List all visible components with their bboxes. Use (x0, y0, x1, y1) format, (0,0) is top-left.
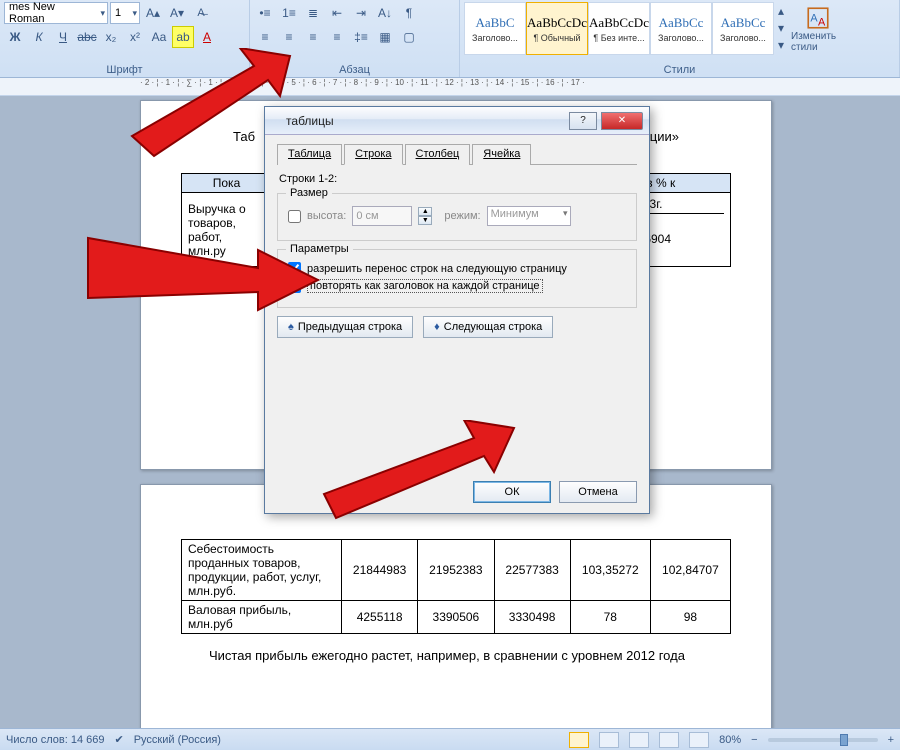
table-cell: Валовая прибыль, млн.руб (182, 601, 342, 634)
table-cell: 21952383 (418, 540, 494, 601)
styles-up-button[interactable]: ▴ (774, 2, 788, 19)
change-styles-icon: AA (805, 5, 831, 31)
bold-button[interactable]: Ж (4, 26, 26, 48)
view-outline-button[interactable] (659, 732, 679, 748)
dialog-titlebar[interactable]: Свтаблицы ? ✕ (265, 107, 649, 135)
table-cell: 3390506 (418, 601, 494, 634)
height-spinner[interactable]: ▲▼ (418, 207, 432, 225)
doc-table[interactable]: Себестоимость проданных товаров, продукц… (181, 539, 731, 634)
underline-button[interactable]: Ч (52, 26, 74, 48)
cancel-button[interactable]: Отмена (559, 481, 637, 503)
style-item[interactable]: AaBbCcDc¶ Обычный (526, 2, 588, 55)
doc-paragraph: Чистая прибыль ежегодно растет, например… (181, 648, 731, 663)
repeat-header-label: повторять как заголовок на каждой страни… (307, 279, 543, 293)
allow-break-label: разрешить перенос строк на следующую стр… (307, 263, 567, 275)
zoom-in-button[interactable]: + (888, 734, 894, 746)
strike-button[interactable]: abc (76, 26, 98, 48)
table-cell: 4255118 (342, 601, 418, 634)
svg-text:A: A (818, 16, 826, 28)
font-color-button[interactable]: A (196, 26, 218, 48)
numbering-button[interactable]: 1≡ (278, 2, 300, 24)
show-marks-button[interactable]: ¶ (398, 2, 420, 24)
styles-gallery[interactable]: AaBbCЗаголово... AaBbCcDc¶ Обычный AaBbC… (464, 2, 788, 55)
view-print-button[interactable] (569, 732, 589, 748)
justify-button[interactable]: ≡ (326, 26, 348, 48)
annotation-arrow (120, 48, 300, 158)
tab-column[interactable]: Столбец (405, 144, 471, 165)
sort-button[interactable]: A↓ (374, 2, 396, 24)
styles-down-button[interactable]: ▾ (774, 19, 788, 36)
view-fullread-button[interactable] (599, 732, 619, 748)
view-web-button[interactable] (629, 732, 649, 748)
next-row-button[interactable]: ♦Следующая строка (423, 316, 553, 338)
table-cell: 3330498 (494, 601, 570, 634)
word-count[interactable]: Число слов: 14 669 (6, 734, 104, 746)
height-input[interactable] (352, 206, 412, 226)
table-row: Валовая прибыль, млн.руб 4255118 3390506… (182, 601, 731, 634)
styles-more-button[interactable]: ▾ (774, 36, 788, 53)
shading-button[interactable]: ▦ (374, 26, 396, 48)
table-cell: 98 (650, 601, 730, 634)
superscript-button[interactable]: x² (124, 26, 146, 48)
align-right-button[interactable]: ≡ (302, 26, 324, 48)
zoom-out-button[interactable]: − (751, 734, 757, 746)
style-item[interactable]: AaBbCЗаголово... (464, 2, 526, 55)
tab-cell[interactable]: Ячейка (472, 144, 531, 165)
case-button[interactable]: Aa (148, 26, 170, 48)
indent-button[interactable]: ⇥ (350, 2, 372, 24)
dialog-tabs: Таблица Строка Столбец Ячейка (277, 143, 637, 165)
style-item[interactable]: AaBbCcЗаголово... (650, 2, 712, 55)
highlight-button[interactable]: ab (172, 26, 194, 48)
grow-font-button[interactable]: A▴ (142, 2, 164, 24)
multilevel-button[interactable]: ≣ (302, 2, 324, 24)
zoom-level[interactable]: 80% (719, 734, 741, 746)
align-left-button[interactable]: ≡ (254, 26, 276, 48)
tab-row[interactable]: Строка (344, 144, 402, 165)
table-cell: 103,35272 (570, 540, 650, 601)
document-page[interactable]: Себестоимость проданных товаров, продукц… (140, 484, 772, 728)
table-cell: 22577383 (494, 540, 570, 601)
outdent-button[interactable]: ⇤ (326, 2, 348, 24)
view-draft-button[interactable] (689, 732, 709, 748)
annotation-arrow (78, 190, 338, 320)
language-label[interactable]: Русский (Россия) (134, 734, 221, 746)
font-size-dropdown[interactable]: 1 (110, 2, 140, 24)
change-styles-button[interactable]: AA Изменить стили (790, 2, 846, 55)
help-button[interactable]: ? (569, 112, 597, 130)
annotation-arrow (314, 420, 524, 520)
style-item[interactable]: AaBbCcЗаголово... (712, 2, 774, 55)
align-center-button[interactable]: ≡ (278, 26, 300, 48)
mode-label: режим: (444, 210, 480, 222)
subscript-button[interactable]: x₂ (100, 26, 122, 48)
table-cell: 78 (570, 601, 650, 634)
italic-button[interactable]: К (28, 26, 50, 48)
group-label-styles: Стили (460, 63, 899, 77)
table-cell: 21844983 (342, 540, 418, 601)
borders-button[interactable]: ▢ (398, 26, 420, 48)
zoom-slider[interactable] (768, 738, 878, 742)
proofing-icon[interactable]: ✔ (114, 733, 123, 746)
line-spacing-button[interactable]: ‡≡ (350, 26, 372, 48)
table-cell: Себестоимость проданных товаров, продукц… (182, 540, 342, 601)
style-item[interactable]: AaBbCcDc¶ Без инте... (588, 2, 650, 55)
status-bar: Число слов: 14 669 ✔ Русский (Россия) 80… (0, 728, 900, 750)
table-row: Себестоимость проданных товаров, продукц… (182, 540, 731, 601)
bullets-button[interactable]: •≡ (254, 2, 276, 24)
close-button[interactable]: ✕ (601, 112, 643, 130)
font-name-dropdown[interactable]: mes New Roman (4, 2, 108, 24)
shrink-font-button[interactable]: A▾ (166, 2, 188, 24)
height-mode-dropdown[interactable]: Минимум (487, 206, 571, 226)
clear-format-button[interactable]: A̶ (190, 2, 212, 24)
table-cell: 102,84707 (650, 540, 730, 601)
rows-range-label: Строки 1-2: (279, 173, 637, 185)
